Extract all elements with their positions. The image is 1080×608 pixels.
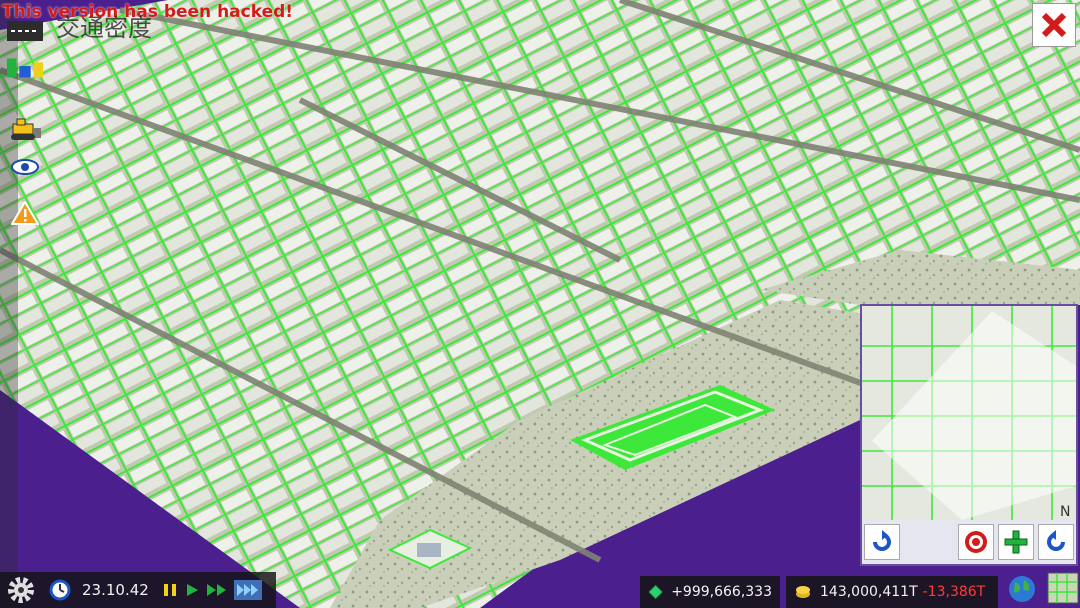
- play-button[interactable]: [184, 582, 200, 598]
- money-counter[interactable]: 143,000,411T -13,386T: [786, 576, 998, 608]
- zoom-in-button[interactable]: [998, 524, 1034, 560]
- minimap[interactable]: N: [860, 304, 1078, 566]
- close-button[interactable]: [1032, 3, 1076, 47]
- clock-button[interactable]: [49, 579, 71, 601]
- plus-icon: [1004, 530, 1028, 554]
- rotate-left-button[interactable]: [864, 524, 900, 560]
- view-button[interactable]: [6, 154, 44, 180]
- globe-icon: [1009, 576, 1035, 602]
- statistics-button[interactable]: [6, 54, 44, 80]
- money-amount: 143,000,411T: [820, 584, 918, 600]
- diamond-icon: [648, 584, 663, 600]
- diamond-amount: +999,666,333: [671, 584, 772, 600]
- play-icon: [186, 584, 198, 596]
- world-button[interactable]: [1007, 574, 1037, 604]
- fastest-button[interactable]: [233, 580, 262, 600]
- minimap-view[interactable]: N: [862, 306, 1076, 520]
- road-layer-icon: [7, 21, 43, 41]
- target-button[interactable]: [958, 524, 994, 560]
- road-layer-button[interactable]: [6, 18, 44, 44]
- fast-forward-icon: [206, 584, 226, 596]
- eye-icon: [11, 159, 39, 175]
- map-icon: [1047, 572, 1079, 604]
- diamond-counter[interactable]: +999,666,333: [640, 576, 780, 608]
- pause-button[interactable]: [162, 582, 178, 598]
- time-controls: 23.10.42: [0, 572, 276, 608]
- rotate-right-button[interactable]: [1038, 524, 1074, 560]
- compass-label: N: [1060, 504, 1070, 520]
- game-date: 23.10.42: [82, 581, 149, 599]
- warnings-button[interactable]: [6, 200, 44, 226]
- close-icon: [1041, 12, 1067, 38]
- layer-title: 交通密度: [56, 14, 152, 42]
- bulldozer-icon: [11, 118, 41, 140]
- warning-icon: [11, 201, 39, 225]
- pause-icon: [163, 584, 176, 596]
- coin-icon: [796, 586, 810, 598]
- fast-button[interactable]: [206, 582, 228, 598]
- fastest-forward-icon: [236, 584, 258, 596]
- clock-icon: [49, 579, 71, 601]
- gear-icon: [8, 577, 34, 603]
- settings-button[interactable]: [6, 575, 36, 605]
- bulldozer-button[interactable]: [6, 117, 44, 143]
- minimap-toggle-button[interactable]: [1047, 572, 1079, 604]
- minimap-toolbar: [862, 520, 1076, 564]
- rotate-icon: [873, 530, 891, 551]
- money-change: -13,386T: [922, 584, 986, 600]
- bar-chart-icon: [6, 58, 44, 78]
- target-icon: [965, 531, 987, 553]
- rotate-icon: [1047, 530, 1065, 551]
